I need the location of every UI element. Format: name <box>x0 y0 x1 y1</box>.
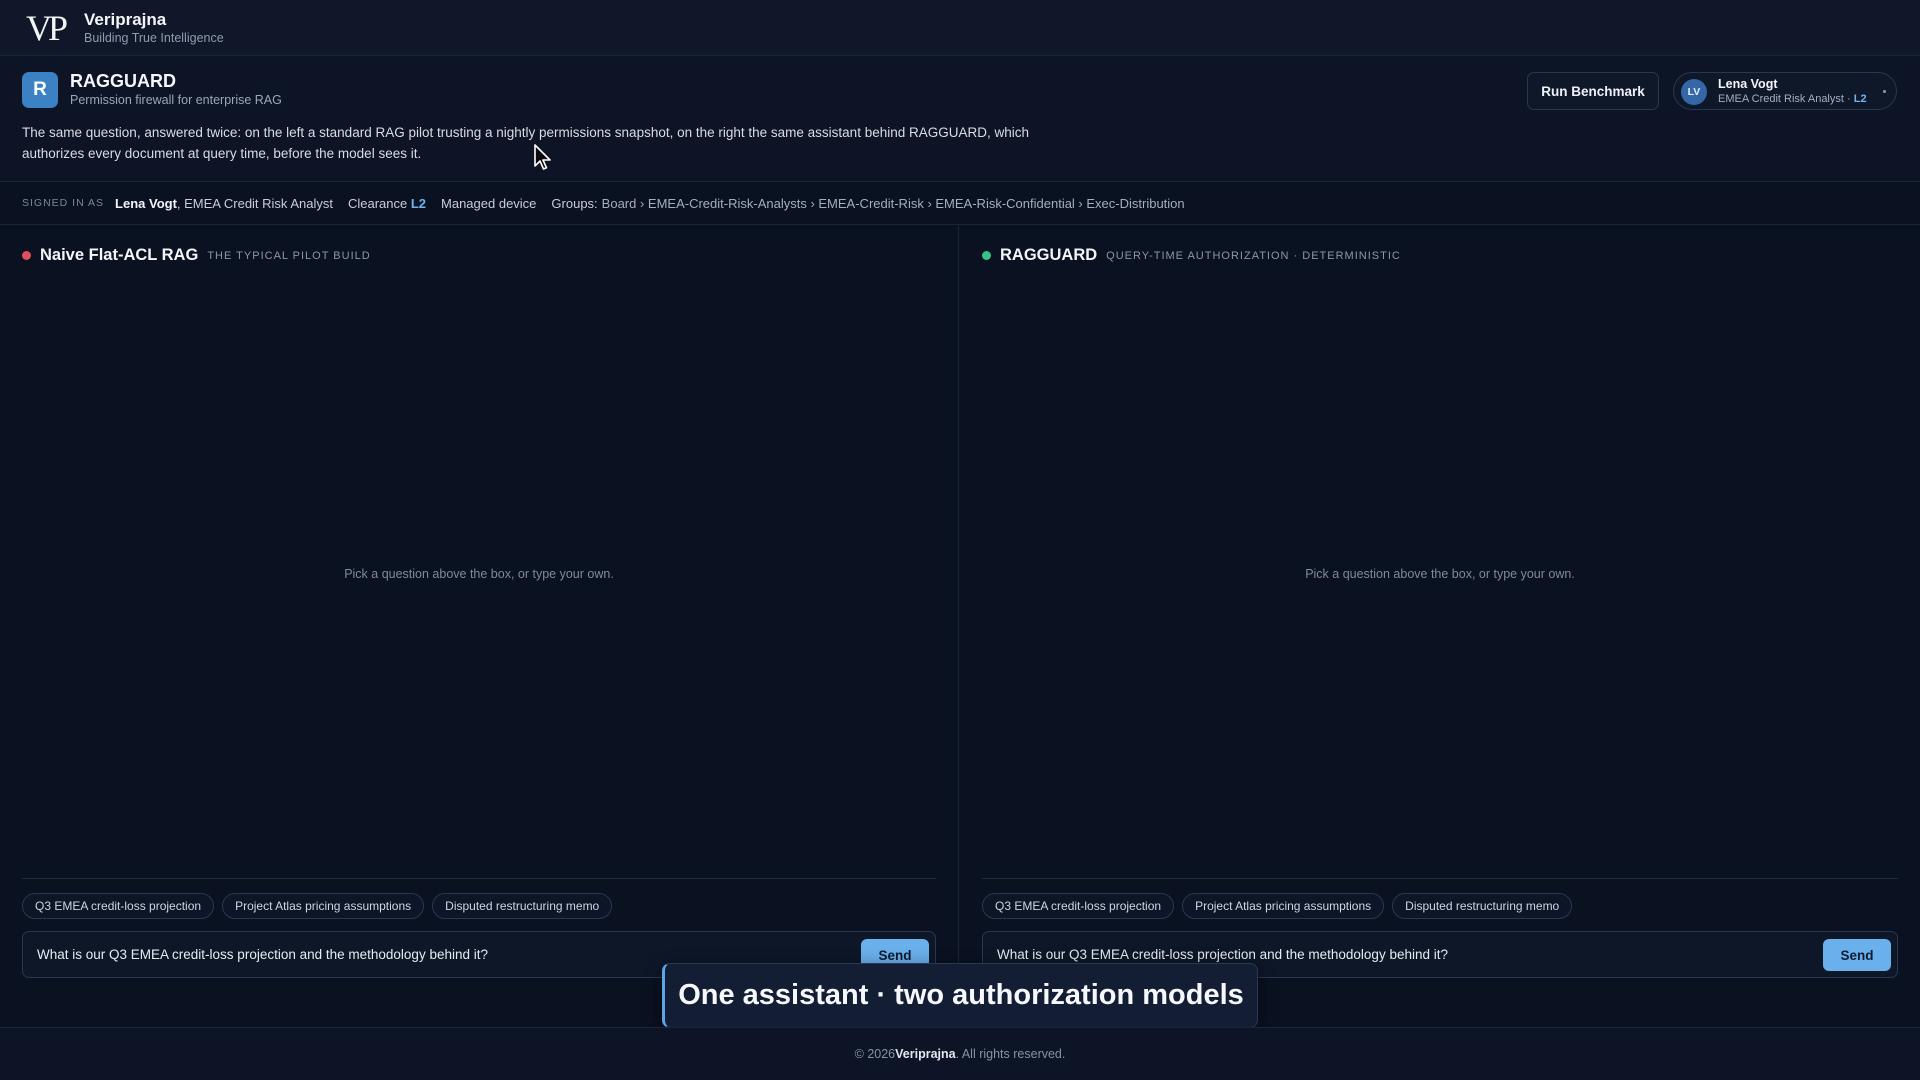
panel-subtitle: QUERY-TIME AUTHORIZATION · DETERMINISTIC <box>1106 249 1401 262</box>
chip-q3-credit-loss[interactable]: Q3 EMEA credit-loss projection <box>982 893 1175 919</box>
footer-brand: Veriprajna <box>895 1047 956 1061</box>
chip-project-atlas[interactable]: Project Atlas pricing assumptions <box>222 893 425 919</box>
app-header: R RAGGUARD Permission firewall for enter… <box>0 56 1920 182</box>
app-title: RAGGUARD <box>70 71 176 91</box>
panel-header: RAGGUARD QUERY-TIME AUTHORIZATION · DETE… <box>982 246 1401 265</box>
run-benchmark-button[interactable]: Run Benchmark <box>1527 72 1659 110</box>
naive-rag-panel: Naive Flat-ACL RAG THE TYPICAL PILOT BUI… <box>0 226 959 996</box>
footer-prefix: © 2026 <box>854 1047 896 1061</box>
question-text[interactable]: What is our Q3 EMEA credit-loss projecti… <box>997 947 1448 962</box>
app-icon: R <box>22 72 58 108</box>
suggestion-chips: Q3 EMEA credit-loss projection Project A… <box>982 893 1573 919</box>
chip-restructuring-memo[interactable]: Disputed restructuring memo <box>432 893 613 919</box>
empty-state: Pick a question above the box, or type y… <box>1305 567 1575 581</box>
send-button[interactable]: Send <box>1823 939 1891 971</box>
question-text[interactable]: What is our Q3 EMEA credit-loss projecti… <box>37 947 488 962</box>
ragguard-panel: RAGGUARD QUERY-TIME AUTHORIZATION · DETE… <box>960 226 1920 996</box>
app-subtitle: Permission firewall for enterprise RAG <box>70 93 282 107</box>
user-menu[interactable]: LV Lena Vogt EMEA Credit Risk Analyst · … <box>1673 72 1897 110</box>
footer: © 2026 Veriprajna . All rights reserved. <box>0 1027 1920 1080</box>
caption-banner: One assistant · two authorization models <box>662 963 1258 1028</box>
menu-dot-icon <box>1883 90 1886 93</box>
veriprajna-logo[interactable]: VP <box>26 10 76 46</box>
brand-bar: VP Veriprajna Building True Intelligence <box>0 0 1920 56</box>
clearance-value: L2 <box>410 195 427 211</box>
clearance-label: Clearance <box>347 195 411 211</box>
empty-state: Pick a question above the box, or type y… <box>344 567 614 581</box>
suggestion-chips: Q3 EMEA credit-loss projection Project A… <box>22 893 613 919</box>
session-user-name: Lena Vogt <box>115 195 177 211</box>
panel-title: RAGGUARD <box>1000 246 1098 264</box>
chip-restructuring-memo[interactable]: Disputed restructuring memo <box>1392 893 1573 919</box>
panel-subtitle: THE TYPICAL PILOT BUILD <box>207 249 371 262</box>
groups-list: Board › EMEA-Credit-Risk-Analysts › EMEA… <box>601 195 1185 211</box>
divider <box>22 878 936 879</box>
status-dot-icon <box>982 251 991 260</box>
user-role: EMEA Credit Risk Analyst · L2 <box>1718 93 1867 105</box>
brand-tagline: Building True Intelligence <box>84 31 224 45</box>
user-name: Lena Vogt <box>1718 77 1778 91</box>
user-clearance: L2 <box>1853 93 1867 105</box>
status-dot-icon <box>22 251 31 260</box>
panel-header: Naive Flat-ACL RAG THE TYPICAL PILOT BUI… <box>22 246 371 265</box>
footer-suffix: . All rights reserved. <box>955 1047 1066 1061</box>
avatar: LV <box>1681 79 1707 105</box>
divider <box>982 878 1898 879</box>
session-device: Managed device <box>441 195 537 211</box>
session-user-role: , EMEA Credit Risk Analyst <box>176 195 333 211</box>
user-role-text: EMEA Credit Risk Analyst · <box>1718 93 1854 105</box>
brand-text: Veriprajna Building True Intelligence <box>84 10 224 45</box>
signed-in-label: SIGNED IN AS <box>22 197 105 209</box>
session-clearance: Clearance L2 <box>348 196 426 211</box>
session-bar: SIGNED IN AS Lena Vogt , EMEA Credit Ris… <box>0 182 1920 225</box>
brand-name[interactable]: Veriprajna <box>84 10 224 30</box>
chip-q3-credit-loss[interactable]: Q3 EMEA credit-loss projection <box>22 893 215 919</box>
mouse-cursor-icon <box>534 144 551 170</box>
chip-project-atlas[interactable]: Project Atlas pricing assumptions <box>1182 893 1385 919</box>
panel-title: Naive Flat-ACL RAG <box>40 246 199 264</box>
groups-label: Groups: <box>551 195 598 211</box>
